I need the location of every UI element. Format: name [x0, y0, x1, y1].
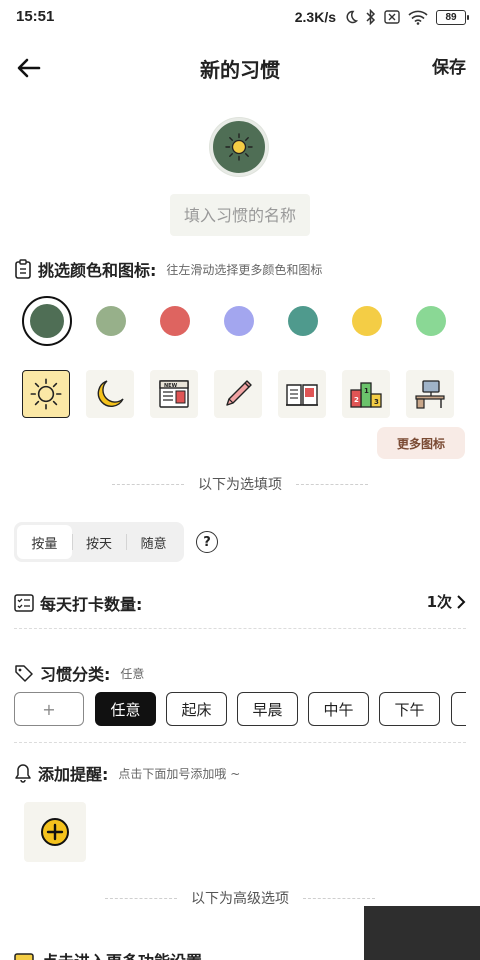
svg-text:NEW: NEW — [164, 383, 178, 389]
color-swatch[interactable] — [96, 306, 126, 336]
help-icon[interactable]: ? — [196, 531, 218, 553]
daily-count-header: 每天打卡数量: — [14, 591, 142, 615]
reminder-title: 添加提醒: — [38, 765, 109, 784]
add-reminder-button[interactable] — [24, 802, 86, 862]
moon-icon — [346, 10, 358, 24]
podium-icon: 213 — [350, 382, 382, 408]
battery-icon: 89 — [436, 9, 469, 25]
category-chip[interactable]: 任意 — [95, 692, 156, 726]
checklist-icon — [14, 594, 34, 612]
category-chip[interactable]: 下午 — [379, 692, 440, 726]
wifi-icon — [408, 10, 428, 25]
pencil-icon — [226, 380, 252, 406]
floating-overlay — [364, 906, 480, 960]
status-time: 15:51 — [16, 8, 55, 25]
daily-count-value: 1次 — [426, 593, 452, 611]
icon-option-podium[interactable]: 213 — [342, 370, 390, 418]
icon-option-desk[interactable] — [406, 370, 454, 418]
category-chip[interactable]: 中午 — [308, 692, 369, 726]
category-title: 习惯分类: — [40, 665, 111, 684]
optional-divider: 以下为选填项 — [0, 474, 480, 494]
color-swatch[interactable] — [288, 306, 318, 336]
mode-option-by-day[interactable]: 按天 — [71, 525, 127, 559]
advanced-divider: 以下为高级选项 — [0, 888, 480, 908]
mode-option-by-amount[interactable]: 按量 — [17, 525, 72, 559]
color-swatch[interactable] — [160, 306, 190, 336]
divider-line — [14, 742, 466, 743]
bell-icon — [15, 764, 31, 783]
more-icons-button[interactable]: 更多图标 — [377, 427, 465, 459]
save-button[interactable]: 保存 — [432, 53, 466, 78]
settings-calendar-icon — [14, 953, 34, 960]
optional-divider-label: 以下为选填项 — [198, 477, 282, 493]
page-title: 新的习惯 — [200, 58, 280, 82]
color-swatch[interactable] — [352, 306, 382, 336]
daily-count-selector[interactable]: 1次 — [427, 591, 466, 612]
status-icons: 2.3K/s 89 — [294, 7, 469, 27]
color-swatch[interactable] — [22, 296, 72, 346]
moon-icon — [97, 380, 124, 407]
appearance-hint: 往左滑动选择更多颜色和图标 — [166, 262, 323, 277]
newspaper-icon: NEW — [159, 380, 189, 408]
category-header: 习惯分类: 任意 — [14, 661, 144, 685]
advanced-settings-label: 点击进入更多功能设置 — [42, 948, 202, 960]
mode-toggle: 按量 按天 随意 — [14, 522, 184, 562]
plus-circle-icon — [41, 818, 69, 846]
svg-text:1: 1 — [364, 387, 369, 395]
color-swatch[interactable] — [224, 306, 254, 336]
daily-count-title: 每天打卡数量: — [40, 595, 143, 614]
mode-option-any[interactable]: 随意 — [126, 525, 181, 559]
advanced-settings-row[interactable]: 点击进入更多功能设置 — [14, 950, 202, 960]
reminder-header: 添加提醒: 点击下面加号添加哦 ~ — [14, 761, 240, 785]
color-swatch-fill — [30, 304, 64, 338]
svg-text:3: 3 — [374, 398, 379, 406]
reminder-hint: 点击下面加号添加哦 ~ — [118, 766, 241, 781]
appearance-header: 挑选颜色和图标: 往左滑动选择更多颜色和图标 — [14, 257, 322, 281]
habit-name-input[interactable] — [170, 194, 310, 236]
network-speed: 2.3K/s — [294, 9, 336, 25]
color-swatch[interactable] — [416, 306, 446, 336]
sun-icon — [225, 133, 253, 161]
category-chip[interactable]: 早晨 — [237, 692, 298, 726]
add-category-button[interactable]: + — [14, 692, 84, 726]
category-current: 任意 — [120, 666, 145, 681]
color-swatch-row — [22, 296, 462, 346]
chevron-right-icon — [457, 594, 466, 609]
status-bar: 15:51 2.3K/s 89 — [0, 0, 480, 34]
icon-option-book[interactable] — [278, 370, 326, 418]
advanced-divider-label: 以下为高级选项 — [191, 891, 289, 907]
category-chip[interactable]: 起床 — [166, 692, 227, 726]
desk-computer-icon — [415, 380, 445, 409]
bluetooth-icon — [366, 9, 376, 25]
category-chip-row: + 任意 起床 早晨 中午 下午 — [14, 692, 466, 728]
clipboard-icon — [15, 259, 31, 279]
icon-option-pencil[interactable] — [214, 370, 262, 418]
icon-option-newspaper[interactable]: NEW — [150, 370, 198, 418]
icon-option-sun[interactable] — [22, 370, 70, 418]
sun-icon — [30, 378, 62, 410]
svg-text:2: 2 — [354, 396, 359, 404]
divider-line — [14, 628, 466, 629]
sim-x-icon — [384, 10, 400, 24]
habit-icon-preview[interactable] — [210, 118, 268, 176]
category-chip-partial[interactable] — [451, 692, 466, 726]
open-book-icon — [286, 384, 318, 406]
appearance-title: 挑选颜色和图标: — [38, 261, 157, 280]
tag-icon — [15, 665, 33, 682]
icon-option-moon[interactable] — [86, 370, 134, 418]
